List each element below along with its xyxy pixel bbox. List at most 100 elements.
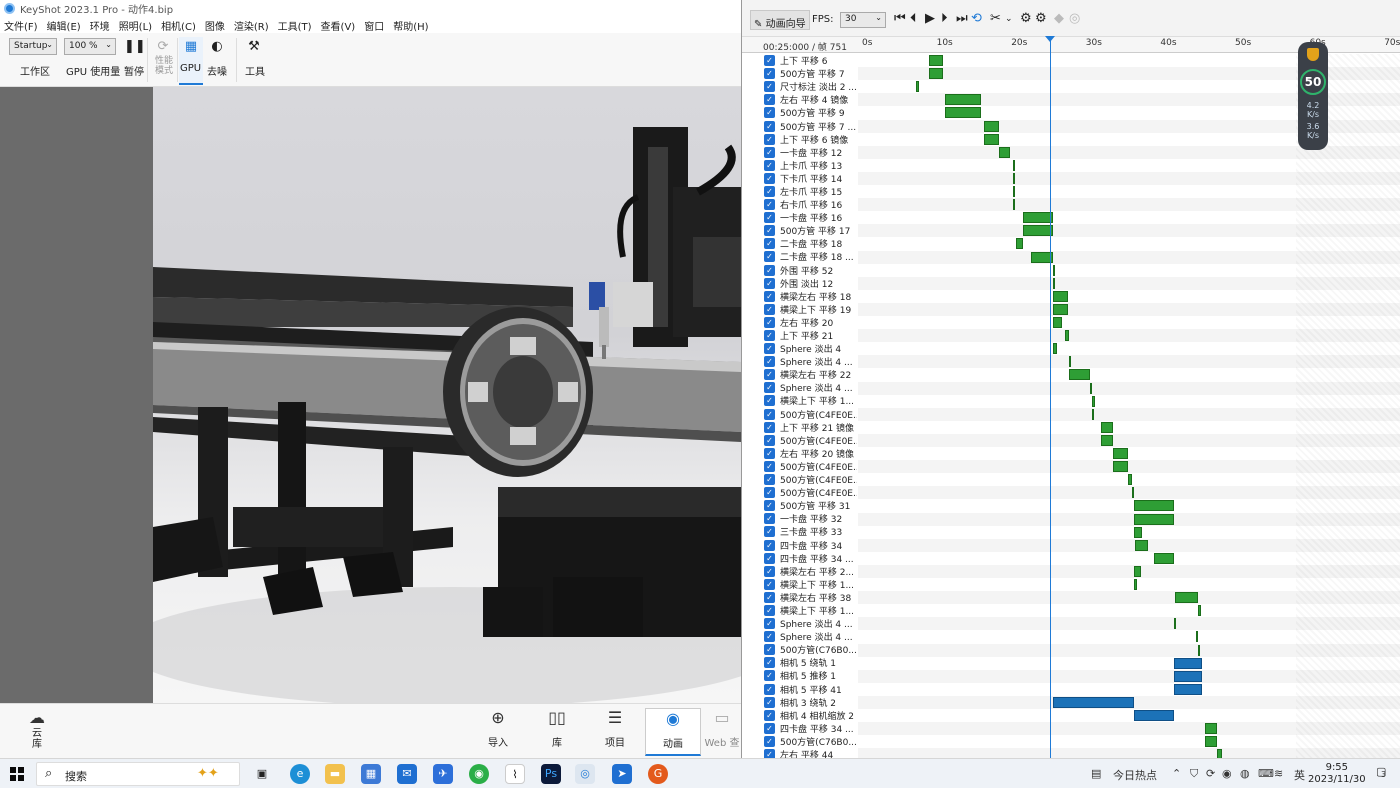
track-row[interactable]: ✓ 500方管(C4FE0E... [748,434,857,447]
animation-clip[interactable] [916,81,919,93]
track-row[interactable]: ✓ 500方管(C4FE0E... [748,408,857,421]
track-row[interactable]: ✓ 横梁上下 平移 1... [748,578,857,591]
track-visibility-checkbox[interactable]: ✓ [764,316,775,328]
animation-wizard-button[interactable]: ✎ 动画向导 [750,10,810,30]
track-visibility-checkbox[interactable]: ✓ [764,513,775,525]
animation-clip[interactable] [1052,290,1068,302]
track-visibility-checkbox[interactable]: ✓ [764,526,775,538]
track-row[interactable]: ✓ 外围 淡出 12 [748,277,857,290]
track-row[interactable]: ✓ 二卡盘 平移 18 [748,237,857,250]
render-viewport[interactable] [0,87,741,703]
track-row[interactable]: ✓ 外围 平移 52 [748,264,857,277]
track-row[interactable]: ✓ 横梁左右 平移 22 [748,368,857,381]
chat-tray-icon[interactable]: ◍ [1240,767,1250,780]
track-visibility-checkbox[interactable]: ✓ [764,696,775,708]
animation-clip[interactable] [1205,736,1218,748]
animation-clip[interactable] [1069,356,1072,368]
play-icon[interactable]: ▶ [925,12,935,26]
track-row[interactable]: ✓ 右卡爪 平移 16 [748,198,857,211]
track-visibility-checkbox[interactable]: ✓ [764,382,775,394]
diamond-icon[interactable]: ◆ [1054,12,1064,26]
track-row[interactable]: ✓ 横梁左右 平移 2... [748,565,857,578]
track-row[interactable]: ✓ 相机 5 绕轨 1 [748,656,857,669]
track-row[interactable]: ✓ 500方管 平移 9 [748,106,857,119]
animation-clip[interactable] [1127,474,1133,486]
track-visibility-checkbox[interactable]: ✓ [764,657,775,669]
tray-chevron-up-icon[interactable]: ⌃ [1172,767,1181,780]
track-visibility-checkbox[interactable]: ✓ [764,604,775,616]
track-visibility-checkbox[interactable]: ✓ [764,631,775,643]
record-icon[interactable]: ◎ [1069,12,1080,26]
file-explorer-icon[interactable]: ▬ [325,764,345,784]
animation-clip[interactable] [1175,592,1198,604]
track-visibility-checkbox[interactable]: ✓ [764,133,775,145]
pointer-app-icon[interactable]: ➤ [612,764,632,784]
track-visibility-checkbox[interactable]: ✓ [764,107,775,119]
animation-clip[interactable] [1052,317,1062,328]
track-visibility-checkbox[interactable]: ✓ [764,500,775,512]
animation-clip[interactable] [929,55,943,66]
track-row[interactable]: ✓ 横梁左右 平移 38 [748,591,857,604]
animation-clip[interactable] [1154,552,1174,564]
track-visibility-checkbox[interactable]: ✓ [764,552,775,564]
timeline-area[interactable] [858,54,1400,758]
track-visibility-checkbox[interactable]: ✓ [764,120,775,132]
track-visibility-checkbox[interactable]: ✓ [764,356,775,368]
track-visibility-checkbox[interactable]: ✓ [764,68,775,80]
track-visibility-checkbox[interactable]: ✓ [764,330,775,342]
track-row[interactable]: ✓ Sphere 淡出 4 ... [748,630,857,643]
playhead-line[interactable] [1050,38,1051,758]
track-row[interactable]: ✓ 500方管(C4FE0E... [748,473,857,486]
animation-clip[interactable] [944,94,981,106]
track-row[interactable]: ✓ 相机 5 平移 41 [748,683,857,696]
chevron-down-icon[interactable]: ⌄ [1005,12,1013,26]
animation-clip[interactable] [1052,303,1068,315]
track-row[interactable]: ✓ 横梁左右 平移 18 [748,290,857,303]
track-row[interactable]: ✓ Sphere 淡出 4 ... [748,617,857,630]
performance-mode-icon[interactable]: ⟳ [155,39,171,55]
track-visibility-checkbox[interactable]: ✓ [764,722,775,734]
windows-start-icon[interactable] [10,767,24,781]
sync-icon[interactable]: ⟳ [1206,767,1215,780]
perf-mode-label[interactable]: 性能 模式 [155,56,173,76]
render-scene[interactable] [153,87,741,703]
security-icon[interactable]: ⛉ [1190,767,1198,781]
track-visibility-checkbox[interactable]: ✓ [764,591,775,603]
track-visibility-checkbox[interactable]: ✓ [764,735,775,747]
mail-icon[interactable]: ✉ [397,764,417,784]
track-row[interactable]: ✓ 上下 平移 6 [748,54,857,67]
track-row[interactable]: ✓ 相机 3 绕轨 2 [748,696,857,709]
track-visibility-checkbox[interactable]: ✓ [764,618,775,630]
skip-to-end-icon[interactable]: ⏭ [956,12,968,26]
menu-camera[interactable]: 相机(C) [161,18,196,33]
g-app-icon[interactable]: G [648,764,668,784]
workspace-select[interactable]: Startup ⌄ [9,38,57,55]
animation-clip[interactable] [1173,670,1203,682]
track-row[interactable]: ✓ 500方管(C76B0... [748,643,857,656]
menu-tools[interactable]: 工具(T) [278,18,312,33]
animation-clip[interactable] [1012,159,1015,171]
animation-clip[interactable] [1052,264,1055,276]
animation-clip[interactable] [1173,683,1203,695]
network-icon[interactable]: ⌨ [1258,767,1274,780]
animation-clip[interactable] [1112,461,1128,473]
animation-clip[interactable] [1133,526,1143,538]
track-visibility-checkbox[interactable]: ✓ [764,670,775,682]
fps-select[interactable]: 30 ⌄ [840,12,886,28]
animation-clip[interactable] [1173,618,1176,630]
wifi-icon[interactable]: ≋ [1274,767,1283,780]
track-row[interactable]: ✓ 三卡盘 平移 33 [748,525,857,538]
animation-clip[interactable] [944,107,981,119]
animation-clip[interactable] [1064,330,1070,342]
track-row[interactable]: ✓ 上下 平移 6 镜像 [748,133,857,146]
animation-button[interactable]: ◉ 动画 [645,708,701,756]
track-row[interactable]: ✓ 下卡爪 平移 14 [748,172,857,185]
track-row[interactable]: ✓ 四卡盘 平移 34 ... [748,722,857,735]
menu-window[interactable]: 窗口 [364,18,384,33]
track-visibility-checkbox[interactable]: ✓ [764,578,775,590]
track-row[interactable]: ✓ Sphere 淡出 4 ... [748,355,857,368]
track-visibility-checkbox[interactable]: ✓ [764,81,775,93]
track-visibility-checkbox[interactable]: ✓ [764,434,775,446]
track-visibility-checkbox[interactable]: ✓ [764,94,775,106]
animation-clip[interactable] [1133,710,1174,721]
